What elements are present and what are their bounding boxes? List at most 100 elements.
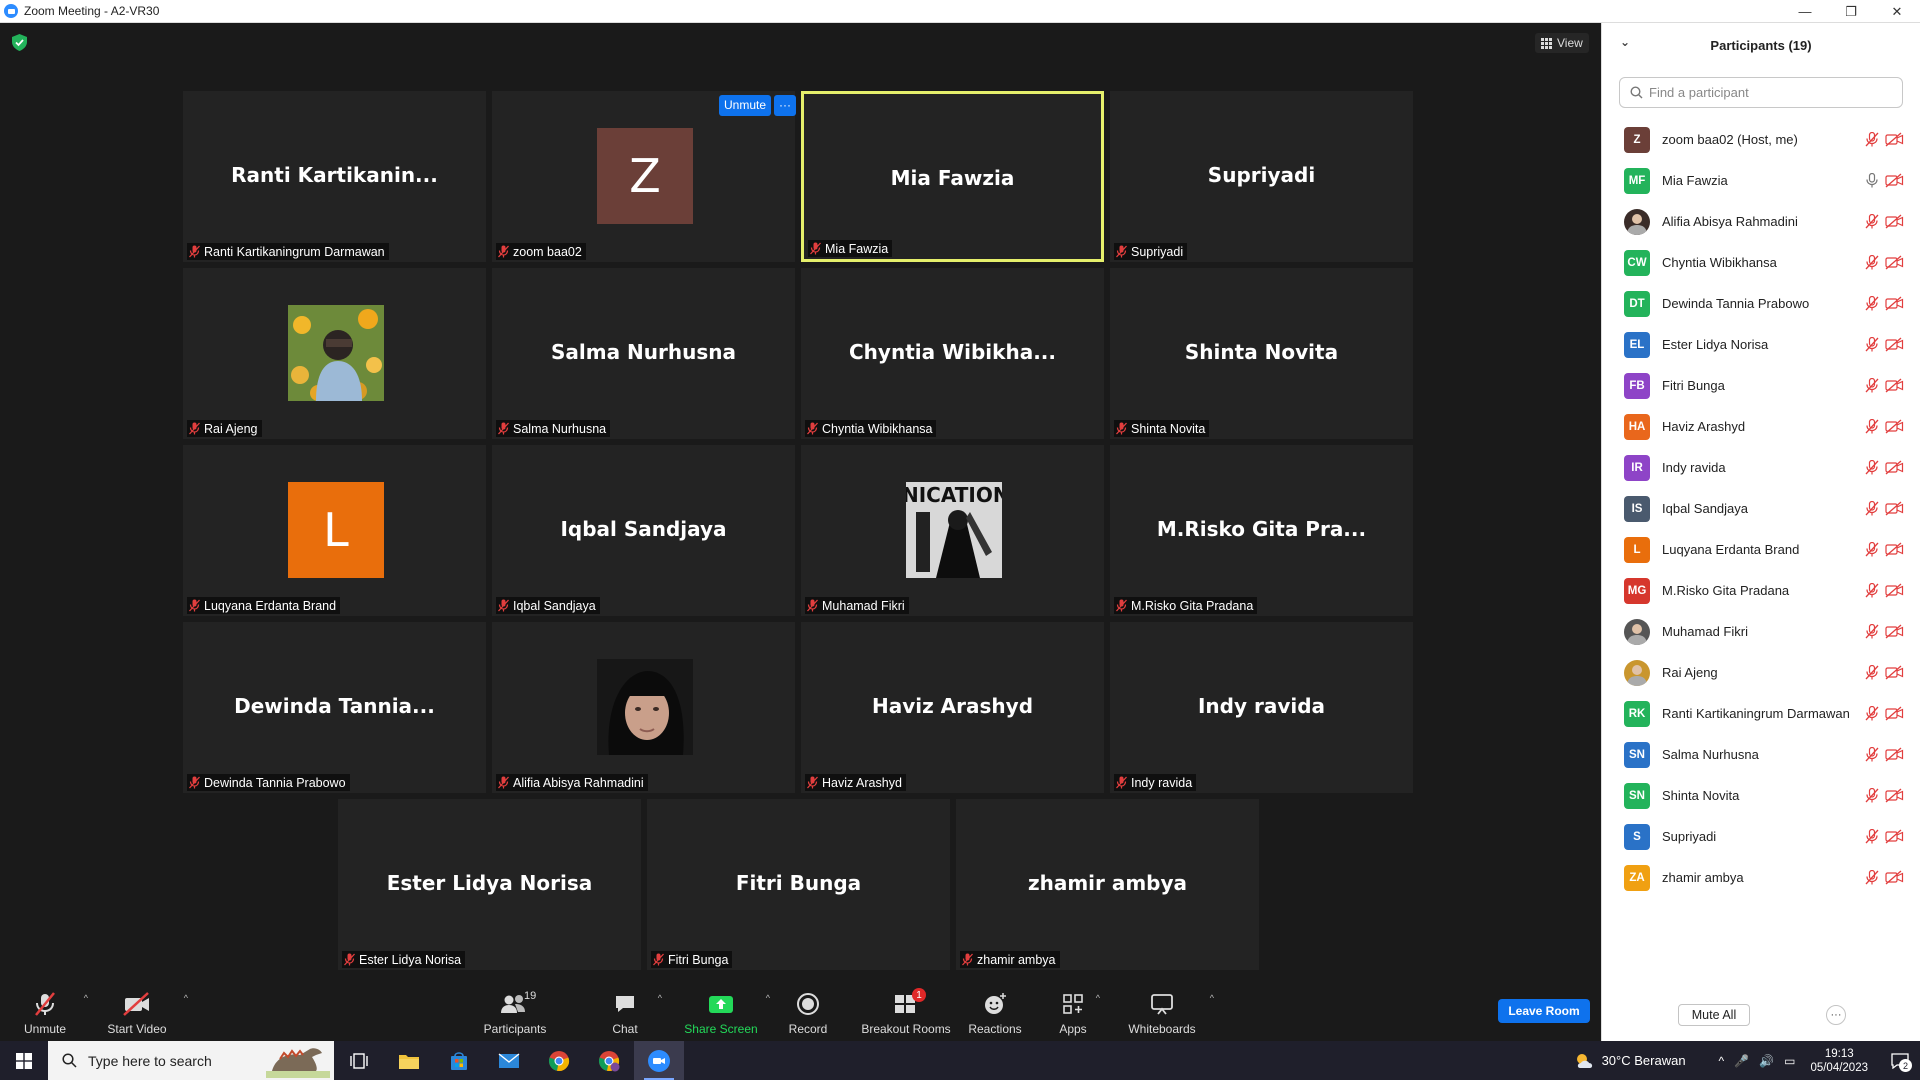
maximize-icon[interactable]: ❐ — [1828, 0, 1874, 23]
muted-mic-icon[interactable] — [1865, 501, 1879, 516]
audio-options-caret-icon[interactable]: ^ — [84, 993, 88, 1003]
muted-mic-icon[interactable] — [1865, 665, 1879, 680]
taskbar-search-box[interactable]: Type here to search — [48, 1041, 334, 1080]
apps-options-caret-icon[interactable]: ^ — [1096, 993, 1100, 1003]
video-off-icon[interactable] — [1885, 829, 1904, 844]
video-tile[interactable]: Shinta Novita Shinta Novita — [1110, 268, 1413, 439]
video-tile[interactable]: Mia Fawzia Mia Fawzia — [801, 91, 1104, 262]
muted-mic-icon[interactable] — [1865, 788, 1879, 803]
mail-icon[interactable] — [484, 1041, 534, 1080]
video-off-icon[interactable] — [1885, 296, 1904, 311]
muted-mic-icon[interactable] — [1865, 296, 1879, 311]
muted-mic-icon[interactable] — [1865, 583, 1879, 598]
show-hidden-icons-icon[interactable]: ^ — [1719, 1054, 1725, 1068]
participant-row[interactable]: Alifia Abisya Rahmadini — [1602, 201, 1920, 242]
whiteboards-button[interactable]: Whiteboards ^ — [1116, 983, 1214, 1041]
video-tile[interactable]: Haviz Arashyd Haviz Arashyd — [801, 622, 1104, 793]
video-tile[interactable]: M.Risko Gita Pra... M.Risko Gita Pradana — [1110, 445, 1413, 616]
system-clock[interactable]: 19:13 05/04/2023 — [1810, 1047, 1868, 1075]
chrome-profile-icon[interactable] — [584, 1041, 634, 1080]
muted-mic-icon[interactable] — [1865, 460, 1879, 475]
close-icon[interactable]: ✕ — [1874, 0, 1920, 23]
video-tile[interactable]: Ranti Kartikanin... Ranti Kartikaningrum … — [183, 91, 486, 262]
whiteboards-options-caret-icon[interactable]: ^ — [1210, 993, 1214, 1003]
muted-mic-icon[interactable] — [1865, 624, 1879, 639]
participant-row[interactable]: ZA zhamir ambya — [1602, 857, 1920, 898]
record-button[interactable]: Record — [763, 983, 853, 1041]
video-tile[interactable]: Iqbal Sandjaya Iqbal Sandjaya — [492, 445, 795, 616]
muted-mic-icon[interactable] — [1865, 706, 1879, 721]
participant-row[interactable]: DT Dewinda Tannia Prabowo — [1602, 283, 1920, 324]
video-tile[interactable]: NICATION Muhamad Fikri — [801, 445, 1104, 616]
muted-mic-icon[interactable] — [1865, 214, 1879, 229]
video-tile[interactable]: Zzoom baa02 — [492, 91, 795, 262]
video-tile[interactable]: zhamir ambya zhamir ambya — [956, 799, 1259, 970]
participant-search-input[interactable]: Find a participant — [1619, 77, 1903, 108]
network-icon[interactable]: ▭ — [1784, 1054, 1795, 1068]
microsoft-store-icon[interactable] — [434, 1041, 484, 1080]
apps-button[interactable]: Apps ^ — [1028, 983, 1118, 1041]
chat-button[interactable]: Chat ^ — [580, 983, 670, 1041]
video-off-icon[interactable] — [1885, 788, 1904, 803]
video-tile[interactable]: Supriyadi Supriyadi — [1110, 91, 1413, 262]
video-off-icon[interactable] — [1885, 337, 1904, 352]
muted-mic-icon[interactable] — [1865, 829, 1879, 844]
participant-row[interactable]: MG M.Risko Gita Pradana — [1602, 570, 1920, 611]
notification-center-icon[interactable]: 2 — [1880, 1041, 1920, 1080]
video-off-icon[interactable] — [1885, 214, 1904, 229]
video-off-icon[interactable] — [1885, 542, 1904, 557]
video-tile[interactable]: Alifia Abisya Rahmadini — [492, 622, 795, 793]
video-off-icon[interactable] — [1885, 378, 1904, 393]
muted-mic-icon[interactable] — [1865, 542, 1879, 557]
video-tile[interactable]: Dewinda Tannia... Dewinda Tannia Prabowo — [183, 622, 486, 793]
muted-mic-icon[interactable] — [1865, 870, 1879, 885]
volume-icon[interactable]: 🔊 — [1759, 1054, 1774, 1068]
video-tile[interactable]: Rai Ajeng — [183, 268, 486, 439]
video-off-icon[interactable] — [1885, 419, 1904, 434]
video-off-icon[interactable] — [1885, 583, 1904, 598]
video-off-icon[interactable] — [1885, 173, 1904, 188]
participant-row[interactable]: Zzoom baa02 (Host, me) — [1602, 119, 1920, 160]
tile-unmute-button[interactable]: Unmute — [719, 95, 772, 116]
leave-room-button[interactable]: Leave Room — [1498, 999, 1590, 1023]
video-off-icon[interactable] — [1885, 501, 1904, 516]
video-tile[interactable]: Chyntia Wibikha... Chyntia Wibikhansa — [801, 268, 1104, 439]
video-off-icon[interactable] — [1885, 624, 1904, 639]
video-off-icon[interactable] — [1885, 665, 1904, 680]
muted-mic-icon[interactable] — [1865, 378, 1879, 393]
video-off-icon[interactable] — [1885, 870, 1904, 885]
video-tile[interactable]: Ester Lidya Norisa Ester Lidya Norisa — [338, 799, 641, 970]
microphone-tray-icon[interactable]: 🎤 — [1734, 1054, 1749, 1068]
video-tile[interactable]: Salma Nurhusna Salma Nurhusna — [492, 268, 795, 439]
participant-row[interactable]: Rai Ajeng — [1602, 652, 1920, 693]
start-video-button[interactable]: Start Video ^ — [92, 983, 188, 1041]
muted-mic-icon[interactable] — [1865, 337, 1879, 352]
participant-row[interactable]: S Supriyadi — [1602, 816, 1920, 857]
muted-mic-icon[interactable] — [1865, 419, 1879, 434]
unmute-button[interactable]: Unmute ^ — [0, 983, 90, 1041]
video-off-icon[interactable] — [1885, 255, 1904, 270]
participant-row[interactable]: IS Iqbal Sandjaya — [1602, 488, 1920, 529]
participant-row[interactable]: CW Chyntia Wibikhansa — [1602, 242, 1920, 283]
collapse-chevron-icon[interactable]: ⌄ — [1620, 35, 1630, 49]
video-off-icon[interactable] — [1885, 460, 1904, 475]
encryption-shield-icon[interactable] — [12, 34, 27, 51]
participant-row[interactable]: RK Ranti Kartikaningrum Darmawan — [1602, 693, 1920, 734]
participants-button[interactable]: 19 Participants — [470, 983, 560, 1041]
video-tile[interactable]: L Luqyana Erdanta Brand — [183, 445, 486, 616]
video-tile[interactable]: Indy ravida Indy ravida — [1110, 622, 1413, 793]
video-off-icon[interactable] — [1885, 747, 1904, 762]
participant-row[interactable]: SN Salma Nurhusna — [1602, 734, 1920, 775]
muted-mic-icon[interactable] — [1865, 132, 1879, 147]
participant-row[interactable]: EL Ester Lidya Norisa — [1602, 324, 1920, 365]
share-screen-button[interactable]: Share Screen ^ — [676, 983, 770, 1041]
chat-options-caret-icon[interactable]: ^ — [658, 993, 662, 1003]
participant-row[interactable]: Muhamad Fikri — [1602, 611, 1920, 652]
reactions-button[interactable]: Reactions — [950, 983, 1040, 1041]
participant-row[interactable]: IR Indy ravida — [1602, 447, 1920, 488]
participant-row[interactable]: FB Fitri Bunga — [1602, 365, 1920, 406]
chrome-icon[interactable] — [534, 1041, 584, 1080]
participant-row[interactable]: SN Shinta Novita — [1602, 775, 1920, 816]
video-off-icon[interactable] — [1885, 706, 1904, 721]
view-button[interactable]: View — [1535, 33, 1589, 53]
